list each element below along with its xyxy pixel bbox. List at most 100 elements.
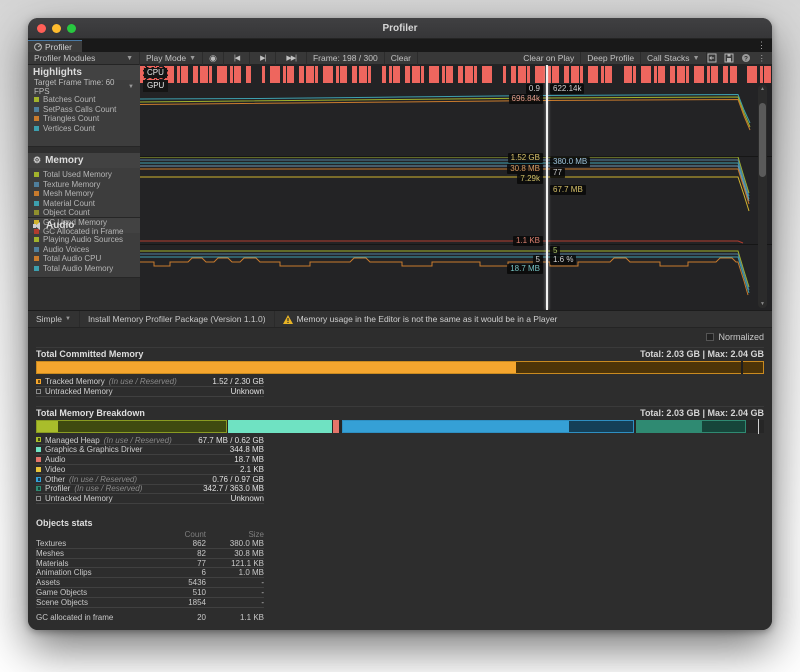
legend-item[interactable]: Batches Count [28, 95, 140, 105]
row-size: 30.8 MB [206, 549, 264, 558]
legend-row[interactable]: Untracked Memory Unknown [36, 387, 264, 397]
toolbar-menu-icon[interactable]: ⋮ [758, 53, 767, 64]
legend-row[interactable]: Untracked Memory Unknown [36, 494, 264, 504]
step-back-icon: |◀ [230, 54, 243, 62]
legend-swatch [34, 266, 39, 271]
section-title: Total Memory Breakdown [36, 408, 145, 418]
legend-row[interactable]: Video 2.1 KB [36, 465, 264, 475]
titlebar[interactable]: Profiler [28, 18, 772, 39]
count-column-header[interactable]: Count [158, 530, 206, 539]
legend-row[interactable]: Graphics & Graphics Driver 344.8 MB [36, 445, 264, 455]
memory-detail-toolbar: Simple▼ Install Memory Profiler Package … [28, 310, 772, 328]
legend-item[interactable]: Total Used Memory [28, 170, 140, 180]
chart-value-label: 30.8 MB [507, 164, 543, 174]
legend-swatch [34, 256, 39, 261]
tab-profiler[interactable]: Profiler [28, 40, 82, 52]
play-mode-dropdown[interactable]: Play Mode▼ [140, 52, 203, 65]
legend-item[interactable]: Total Audio Memory [28, 264, 140, 274]
next-frame-button[interactable]: ▶| [250, 52, 276, 65]
chart-scrollbar[interactable]: ▲ ▼ [758, 85, 767, 308]
module-block[interactable]: Memory Total Used Memory [28, 153, 140, 218]
chevron-down-icon: ▼ [65, 316, 71, 322]
zoom-window-button[interactable] [67, 24, 76, 33]
table-row[interactable]: Animation Clips 6 1.0 MB [36, 568, 264, 578]
gc-allocated-row[interactable]: GC allocated in frame 20 1.1 KB [36, 613, 264, 623]
breakdown-segment[interactable] [228, 420, 331, 433]
module-header[interactable]: Memory [28, 153, 140, 168]
breakdown-segment[interactable] [36, 420, 227, 433]
cpu-track-label[interactable]: CPU [143, 67, 168, 79]
skip-to-last-icon: ▶▶| [282, 54, 300, 62]
target-frame-time-dropdown[interactable]: Target Frame Time: 60 FPS ▼ [28, 80, 140, 93]
memory-breakdown-bar[interactable] [36, 420, 764, 433]
legend-row[interactable]: Managed Heap (In use / Reserved) 67.7 MB… [36, 436, 264, 446]
row-label: Animation Clips [36, 568, 158, 577]
legend-swatch [34, 191, 39, 196]
current-frame-marker[interactable] [546, 65, 548, 310]
scrollbar-thumb[interactable] [759, 103, 766, 177]
load-profile-icon[interactable] [707, 53, 717, 63]
normalized-toggle[interactable]: Normalized [36, 330, 764, 343]
legend-item[interactable]: Total Audio CPU [28, 254, 140, 264]
profiler-chart[interactable]: CPU GPU 0.9622.14k696.84k1.52 GB380.0 MB… [140, 65, 772, 310]
legend-item[interactable]: Mesh Memory [28, 189, 140, 199]
minimize-window-button[interactable] [52, 24, 61, 33]
clear-button[interactable]: Clear [385, 52, 418, 65]
tab-menu-icon[interactable]: ⋮ [757, 40, 766, 51]
breakdown-segment[interactable] [636, 420, 747, 433]
table-row[interactable]: Meshes 82 30.8 MB [36, 549, 264, 559]
record-button[interactable]: ◉ [203, 52, 224, 65]
deep-profile-toggle[interactable]: Deep Profile [581, 52, 641, 65]
normalized-checkbox[interactable] [706, 333, 714, 341]
legend-label: Video [45, 465, 65, 474]
breakdown-segment[interactable] [333, 420, 340, 433]
table-row[interactable]: Scene Objects 1854 - [36, 598, 264, 608]
scroll-down-icon[interactable]: ▼ [758, 301, 767, 307]
legend-item[interactable]: SetPass Calls Count [28, 105, 140, 115]
install-memory-profiler-button[interactable]: Install Memory Profiler Package (Version… [80, 311, 275, 327]
size-column-header[interactable]: Size [206, 530, 264, 539]
legend-item[interactable]: Triangles Count [28, 114, 140, 124]
row-size: 380.0 MB [206, 539, 264, 548]
legend-row[interactable]: Audio 18.7 MB [36, 455, 264, 465]
view-mode-dropdown[interactable]: Simple▼ [28, 311, 80, 327]
objects-stats-columns: Count Size [36, 529, 264, 539]
legend-item[interactable]: Material Count [28, 199, 140, 209]
legend-item[interactable]: Texture Memory [28, 180, 140, 190]
legend-row[interactable]: Other (In use / Reserved) 0.76 / 0.97 GB [36, 475, 264, 485]
current-frame-button[interactable]: ▶▶| [276, 52, 307, 65]
profiler-modules-dropdown[interactable]: Profiler Modules▼ [28, 52, 140, 65]
legend-swatch [36, 467, 41, 472]
legend-value: 1.52 / 2.30 GB [212, 377, 264, 386]
table-row[interactable]: Materials 77 121.1 KB [36, 559, 264, 569]
legend-item[interactable]: Object Count [28, 208, 140, 218]
call-stacks-dropdown[interactable]: Call Stacks▼ [641, 52, 706, 65]
legend-item[interactable]: Audio Voices [28, 245, 140, 255]
close-window-button[interactable] [37, 24, 46, 33]
table-row[interactable]: Game Objects 510 - [36, 588, 264, 598]
table-row[interactable]: Textures 862 380.0 MB [36, 539, 264, 549]
table-row[interactable]: Assets 5436 - [36, 578, 264, 588]
legend-row[interactable]: Profiler (In use / Reserved) 342.7 / 363… [36, 485, 264, 495]
help-icon[interactable]: ? [741, 53, 751, 63]
save-profile-icon[interactable] [724, 53, 734, 63]
module-legend: Batches Count SetPass Calls Count Triang… [28, 93, 140, 137]
module-title: Highlights [33, 67, 82, 78]
committed-memory-bar[interactable] [36, 361, 764, 374]
profiler-window: Profiler Profiler ⋮ Profiler Modules▼ Pl… [28, 18, 772, 630]
breakdown-segment[interactable] [342, 420, 633, 433]
row-size: 1.0 MB [206, 568, 264, 577]
legend-item[interactable]: Playing Audio Sources [28, 235, 140, 245]
legend-label: Total Used Memory [43, 170, 112, 179]
legend-value: 344.8 MB [230, 445, 264, 454]
legend-label: Graphics & Graphics Driver [45, 445, 142, 454]
clear-on-play-toggle[interactable]: Clear on Play [517, 52, 581, 65]
previous-frame-button[interactable]: |◀ [224, 52, 250, 65]
legend-item[interactable]: Vertices Count [28, 124, 140, 134]
legend-swatch [36, 447, 41, 452]
gpu-track-label[interactable]: GPU [143, 80, 168, 92]
row-count: 510 [158, 588, 206, 597]
legend-row[interactable]: Tracked Memory (In use / Reserved) 1.52 … [36, 377, 264, 387]
scroll-up-icon[interactable]: ▲ [758, 86, 767, 92]
module-block[interactable]: Highlights Target Frame Time: 60 FPS ▼ B… [28, 65, 140, 147]
